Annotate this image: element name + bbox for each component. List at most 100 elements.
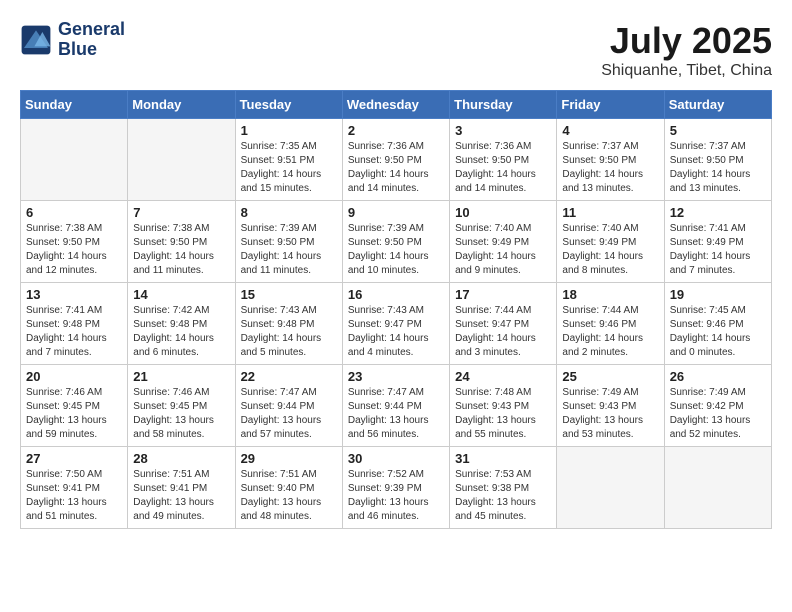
day-number: 3: [455, 123, 551, 138]
cell-info: Sunrise: 7:49 AM Sunset: 9:43 PM Dayligh…: [562, 386, 658, 442]
calendar-table: SundayMondayTuesdayWednesdayThursdayFrid…: [20, 90, 772, 529]
cell-info: Sunrise: 7:40 AM Sunset: 9:49 PM Dayligh…: [455, 222, 551, 278]
day-number: 29: [241, 451, 337, 466]
calendar-cell: 18 Sunrise: 7:44 AM Sunset: 9:46 PM Dayli…: [557, 283, 664, 365]
day-number: 14: [133, 287, 229, 302]
calendar-week-row: 20 Sunrise: 7:46 AM Sunset: 9:45 PM Dayli…: [21, 365, 772, 447]
logo-line1: General: [58, 20, 125, 40]
cell-info: Sunrise: 7:35 AM Sunset: 9:51 PM Dayligh…: [241, 140, 337, 196]
day-number: 30: [348, 451, 444, 466]
calendar-cell: 28 Sunrise: 7:51 AM Sunset: 9:41 PM Dayli…: [128, 447, 235, 529]
title-block: July 2025 Shiquanhe, Tibet, China: [601, 20, 772, 80]
column-header-friday: Friday: [557, 91, 664, 119]
calendar-cell: 17 Sunrise: 7:44 AM Sunset: 9:47 PM Dayli…: [450, 283, 557, 365]
cell-info: Sunrise: 7:38 AM Sunset: 9:50 PM Dayligh…: [26, 222, 122, 278]
calendar-cell: 9 Sunrise: 7:39 AM Sunset: 9:50 PM Daylig…: [342, 201, 449, 283]
day-number: 31: [455, 451, 551, 466]
cell-info: Sunrise: 7:46 AM Sunset: 9:45 PM Dayligh…: [133, 386, 229, 442]
cell-info: Sunrise: 7:51 AM Sunset: 9:40 PM Dayligh…: [241, 468, 337, 524]
calendar-cell: 8 Sunrise: 7:39 AM Sunset: 9:50 PM Daylig…: [235, 201, 342, 283]
cell-info: Sunrise: 7:41 AM Sunset: 9:48 PM Dayligh…: [26, 304, 122, 360]
day-number: 18: [562, 287, 658, 302]
day-number: 21: [133, 369, 229, 384]
calendar-cell: 15Sunrise: 7:43 AM Sunset: 9:48 PM Dayli…: [235, 283, 342, 365]
calendar-cell: 13 Sunrise: 7:41 AM Sunset: 9:48 PM Dayli…: [21, 283, 128, 365]
day-number: 9: [348, 205, 444, 220]
cell-info: Sunrise: 7:39 AM Sunset: 9:50 PM Dayligh…: [241, 222, 337, 278]
day-number: 23: [348, 369, 444, 384]
day-number: 12: [670, 205, 766, 220]
cell-info: Sunrise: 7:42 AM Sunset: 9:48 PM Dayligh…: [133, 304, 229, 360]
calendar-cell: 7 Sunrise: 7:38 AM Sunset: 9:50 PM Daylig…: [128, 201, 235, 283]
logo-line2: Blue: [58, 40, 125, 60]
day-number: 28: [133, 451, 229, 466]
calendar-cell: [21, 119, 128, 201]
column-header-saturday: Saturday: [664, 91, 771, 119]
cell-info: Sunrise: 7:52 AM Sunset: 9:39 PM Dayligh…: [348, 468, 444, 524]
cell-info: Sunrise: 7:43 AM Sunset: 9:47 PM Dayligh…: [348, 304, 444, 360]
cell-info: Sunrise: 7:46 AM Sunset: 9:45 PM Dayligh…: [26, 386, 122, 442]
day-number: 17: [455, 287, 551, 302]
calendar-cell: 1Sunrise: 7:35 AM Sunset: 9:51 PM Daylig…: [235, 119, 342, 201]
column-header-monday: Monday: [128, 91, 235, 119]
day-number: 27: [26, 451, 122, 466]
calendar-cell: 26 Sunrise: 7:49 AM Sunset: 9:42 PM Dayli…: [664, 365, 771, 447]
logo: General Blue: [20, 20, 125, 60]
calendar-cell: 16 Sunrise: 7:43 AM Sunset: 9:47 PM Dayli…: [342, 283, 449, 365]
cell-info: Sunrise: 7:39 AM Sunset: 9:50 PM Dayligh…: [348, 222, 444, 278]
cell-info: Sunrise: 7:40 AM Sunset: 9:49 PM Dayligh…: [562, 222, 658, 278]
cell-info: Sunrise: 7:51 AM Sunset: 9:41 PM Dayligh…: [133, 468, 229, 524]
month-title: July 2025: [601, 20, 772, 62]
day-number: 2: [348, 123, 444, 138]
calendar-cell: [557, 447, 664, 529]
cell-info: Sunrise: 7:44 AM Sunset: 9:46 PM Dayligh…: [562, 304, 658, 360]
calendar-cell: 6 Sunrise: 7:38 AM Sunset: 9:50 PM Daylig…: [21, 201, 128, 283]
cell-info: Sunrise: 7:36 AM Sunset: 9:50 PM Dayligh…: [348, 140, 444, 196]
calendar-week-row: 1Sunrise: 7:35 AM Sunset: 9:51 PM Daylig…: [21, 119, 772, 201]
cell-info: Sunrise: 7:37 AM Sunset: 9:50 PM Dayligh…: [670, 140, 766, 196]
calendar-cell: [664, 447, 771, 529]
day-number: 20: [26, 369, 122, 384]
calendar-cell: 2 Sunrise: 7:36 AM Sunset: 9:50 PM Daylig…: [342, 119, 449, 201]
calendar-week-row: 6 Sunrise: 7:38 AM Sunset: 9:50 PM Daylig…: [21, 201, 772, 283]
calendar-cell: 30 Sunrise: 7:52 AM Sunset: 9:39 PM Dayli…: [342, 447, 449, 529]
day-number: 13: [26, 287, 122, 302]
day-number: 6: [26, 205, 122, 220]
calendar-cell: 31Sunrise: 7:53 AM Sunset: 9:38 PM Dayli…: [450, 447, 557, 529]
cell-info: Sunrise: 7:47 AM Sunset: 9:44 PM Dayligh…: [241, 386, 337, 442]
calendar-cell: 21 Sunrise: 7:46 AM Sunset: 9:45 PM Dayli…: [128, 365, 235, 447]
day-number: 11: [562, 205, 658, 220]
calendar-cell: 24Sunrise: 7:48 AM Sunset: 9:43 PM Dayli…: [450, 365, 557, 447]
day-number: 8: [241, 205, 337, 220]
column-header-wednesday: Wednesday: [342, 91, 449, 119]
day-number: 7: [133, 205, 229, 220]
day-number: 16: [348, 287, 444, 302]
day-number: 5: [670, 123, 766, 138]
cell-info: Sunrise: 7:45 AM Sunset: 9:46 PM Dayligh…: [670, 304, 766, 360]
cell-info: Sunrise: 7:41 AM Sunset: 9:49 PM Dayligh…: [670, 222, 766, 278]
calendar-cell: 20 Sunrise: 7:46 AM Sunset: 9:45 PM Dayli…: [21, 365, 128, 447]
calendar-week-row: 13 Sunrise: 7:41 AM Sunset: 9:48 PM Dayli…: [21, 283, 772, 365]
calendar-cell: 4Sunrise: 7:37 AM Sunset: 9:50 PM Daylig…: [557, 119, 664, 201]
calendar-cell: 3Sunrise: 7:36 AM Sunset: 9:50 PM Daylig…: [450, 119, 557, 201]
location-title: Shiquanhe, Tibet, China: [601, 62, 772, 80]
day-number: 26: [670, 369, 766, 384]
cell-info: Sunrise: 7:49 AM Sunset: 9:42 PM Dayligh…: [670, 386, 766, 442]
calendar-cell: 23 Sunrise: 7:47 AM Sunset: 9:44 PM Dayli…: [342, 365, 449, 447]
day-number: 22: [241, 369, 337, 384]
cell-info: Sunrise: 7:47 AM Sunset: 9:44 PM Dayligh…: [348, 386, 444, 442]
day-number: 15: [241, 287, 337, 302]
calendar-cell: 5 Sunrise: 7:37 AM Sunset: 9:50 PM Daylig…: [664, 119, 771, 201]
calendar-cell: 27 Sunrise: 7:50 AM Sunset: 9:41 PM Dayli…: [21, 447, 128, 529]
day-number: 10: [455, 205, 551, 220]
cell-info: Sunrise: 7:38 AM Sunset: 9:50 PM Dayligh…: [133, 222, 229, 278]
cell-info: Sunrise: 7:50 AM Sunset: 9:41 PM Dayligh…: [26, 468, 122, 524]
calendar-cell: 10 Sunrise: 7:40 AM Sunset: 9:49 PM Dayli…: [450, 201, 557, 283]
calendar-cell: 12 Sunrise: 7:41 AM Sunset: 9:49 PM Dayli…: [664, 201, 771, 283]
day-number: 4: [562, 123, 658, 138]
column-header-sunday: Sunday: [21, 91, 128, 119]
calendar-header-row: SundayMondayTuesdayWednesdayThursdayFrid…: [21, 91, 772, 119]
calendar-cell: 22 Sunrise: 7:47 AM Sunset: 9:44 PM Dayli…: [235, 365, 342, 447]
calendar-cell: 29 Sunrise: 7:51 AM Sunset: 9:40 PM Dayli…: [235, 447, 342, 529]
cell-info: Sunrise: 7:44 AM Sunset: 9:47 PM Dayligh…: [455, 304, 551, 360]
